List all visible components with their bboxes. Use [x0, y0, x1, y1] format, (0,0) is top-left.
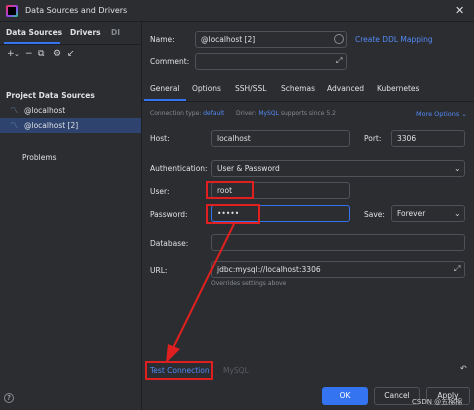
save-select[interactable]: Forever ⌄	[391, 205, 465, 222]
section-label: Project Data Sources	[6, 91, 95, 100]
driver-label: Driver:	[236, 110, 257, 117]
authentication-value: User & Password	[217, 164, 280, 173]
host-label: Host:	[150, 134, 170, 143]
connection-type-link[interactable]: default	[203, 110, 224, 117]
problems-item[interactable]: Problems	[22, 153, 57, 162]
tab-advanced[interactable]: Advanced	[327, 84, 364, 93]
connection-type-label: Connection type:	[150, 110, 202, 117]
watermark: CSDN @五棉棉	[412, 398, 463, 406]
settings-icon[interactable]: ⚙	[53, 49, 61, 59]
divider	[0, 44, 142, 45]
remove-icon[interactable]: −	[25, 49, 33, 59]
expand-icon[interactable]: ⤢	[336, 56, 342, 66]
list-item[interactable]: 〽 @localhost [2]	[0, 118, 141, 133]
ok-button[interactable]: OK	[322, 387, 368, 405]
annotation-box-user	[206, 181, 254, 199]
test-connection-link[interactable]: Test Connection	[150, 366, 210, 375]
more-options-link[interactable]: More Options ⌄	[416, 110, 467, 118]
connection-type-line: Connection type: default	[150, 110, 224, 117]
help-icon[interactable]: ?	[4, 393, 14, 403]
app-icon	[6, 5, 18, 17]
port-label: Port:	[364, 134, 382, 143]
mysql-icon: 〽	[10, 121, 18, 130]
chevron-down-icon: ⌄	[454, 164, 461, 173]
port-field[interactable]: 3306	[391, 130, 465, 147]
save-value: Forever	[397, 209, 426, 218]
tab-ssh-ssl[interactable]: SSH/SSL	[235, 84, 266, 93]
user-label: User:	[150, 187, 170, 196]
name-value: @localhost [2]	[201, 35, 256, 44]
driver-note: supports since 5.2	[280, 110, 336, 117]
create-ddl-mapping-link[interactable]: Create DDL Mapping	[355, 35, 433, 44]
list-item-label: @localhost [2]	[24, 121, 79, 130]
mysql-icon: 〽	[10, 106, 18, 115]
more-options-label: More Options	[416, 110, 460, 118]
divider	[142, 101, 474, 102]
list-item[interactable]: 〽 @localhost	[0, 103, 141, 118]
comment-field[interactable]: ⤢	[195, 53, 347, 70]
duplicate-icon[interactable]: ⧉	[38, 49, 44, 59]
close-icon[interactable]: ✕	[455, 4, 464, 17]
chevron-down-icon: ⌄	[461, 110, 467, 118]
driver-name-disabled: MySQL	[223, 366, 249, 375]
name-label: Name:	[150, 35, 175, 44]
color-icon[interactable]	[334, 34, 344, 44]
left-pane: Data Sources Drivers DI + ⌄ − ⧉ ⚙ ↙ Proj…	[0, 22, 142, 410]
save-label: Save:	[364, 210, 385, 219]
tab-drivers[interactable]: Drivers	[70, 28, 101, 37]
window-title: Data Sources and Drivers	[25, 6, 128, 15]
driver-line: Driver: MySQL supports since 5.2	[236, 110, 336, 117]
undo-icon[interactable]: ↶	[460, 364, 467, 373]
port-value: 3306	[397, 134, 417, 143]
tab-ddl[interactable]: DI	[111, 28, 120, 37]
list-item-label: @localhost	[24, 106, 66, 115]
back-icon[interactable]: ↙	[67, 49, 75, 59]
host-value: localhost	[217, 134, 251, 143]
tab-schemas[interactable]: Schemas	[281, 84, 315, 93]
annotation-arrow	[166, 223, 235, 363]
host-field[interactable]: localhost	[211, 130, 350, 147]
authentication-select[interactable]: User & Password ⌄	[211, 160, 465, 177]
chevron-down-icon: ⌄	[454, 209, 461, 218]
tab-general[interactable]: General	[150, 84, 180, 93]
comment-label: Comment:	[150, 57, 190, 66]
tab-kubernetes[interactable]: Kubernetes	[377, 84, 419, 93]
expand-icon[interactable]: ⤢	[454, 264, 460, 274]
name-field[interactable]: @localhost [2]	[195, 31, 347, 48]
driver-link[interactable]: MySQL	[258, 110, 279, 117]
tab-data-sources[interactable]: Data Sources	[6, 28, 62, 37]
tab-options[interactable]: Options	[192, 84, 221, 93]
chevron-down-icon[interactable]: ⌄	[14, 50, 20, 58]
authentication-label: Authentication:	[150, 164, 208, 173]
title-bar: Data Sources and Drivers ✕	[0, 0, 474, 22]
